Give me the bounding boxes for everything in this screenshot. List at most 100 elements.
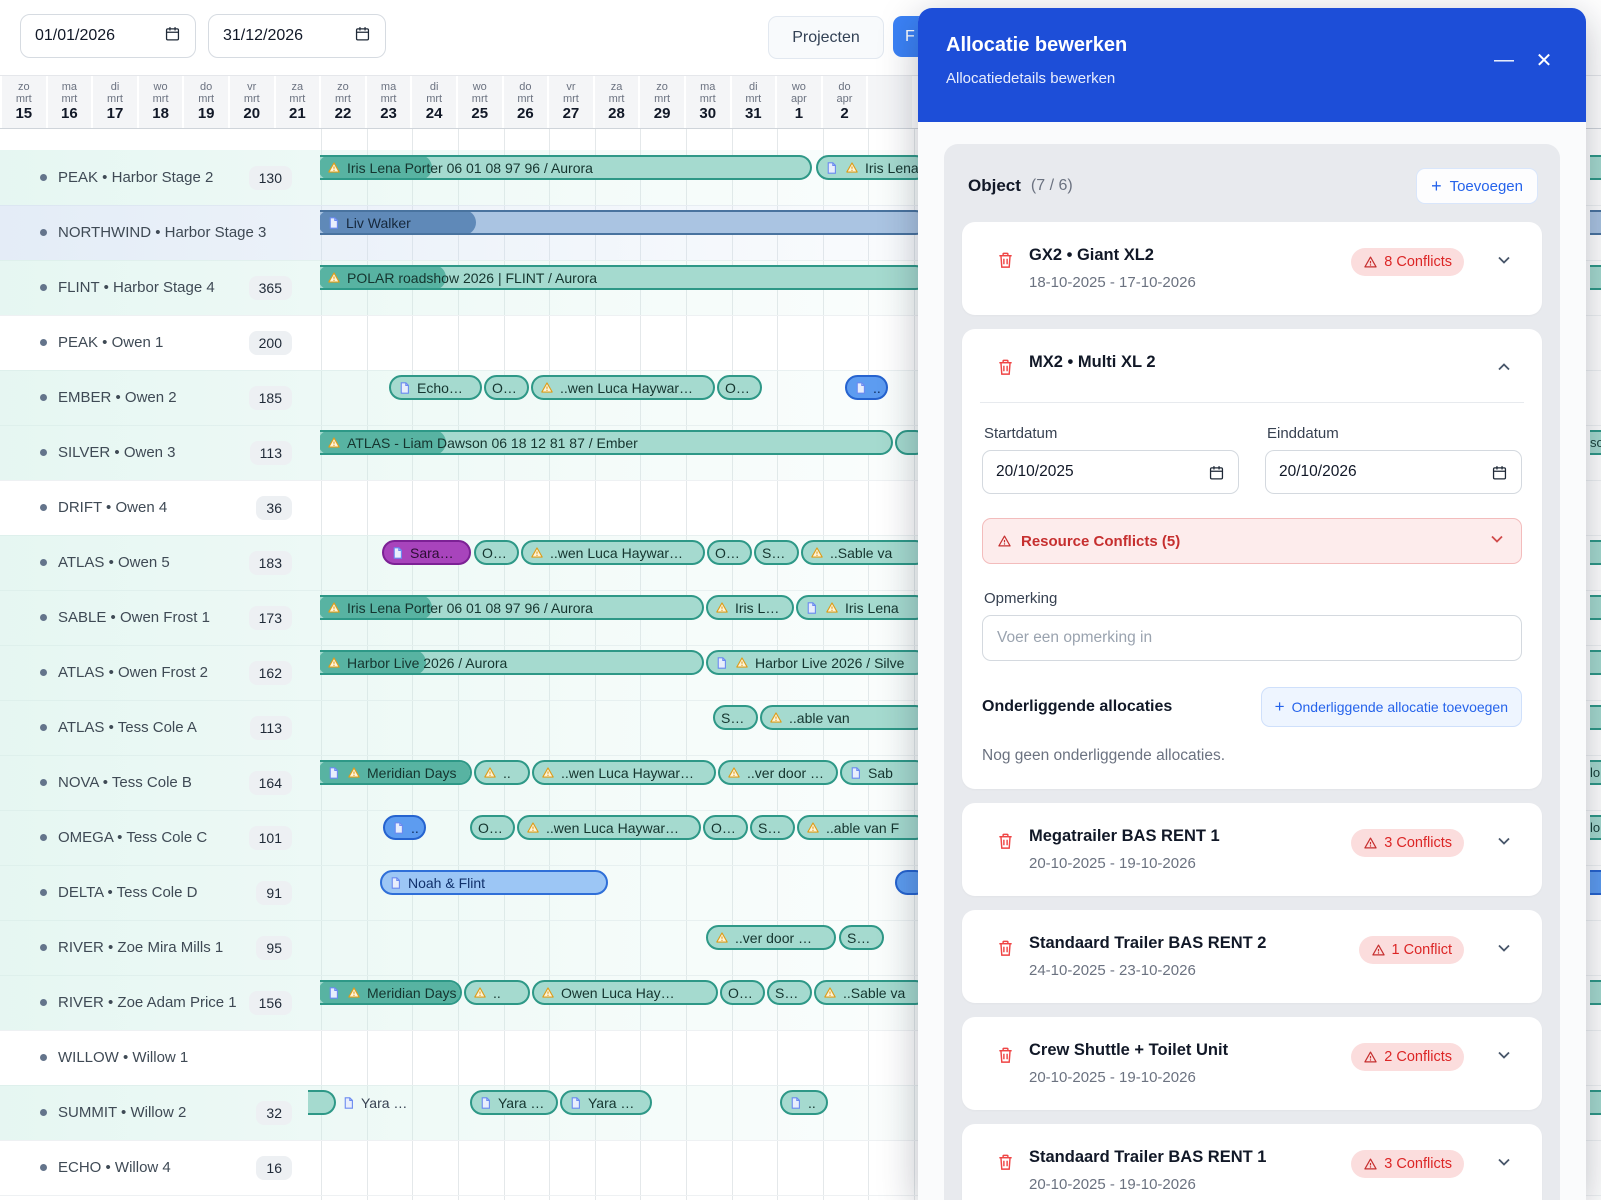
allocation-pill[interactable]: ..able van — [760, 705, 928, 730]
resource-count-badge: 91 — [256, 880, 292, 905]
trash-icon — [999, 359, 1012, 375]
allocation-pill[interactable]: .. — [464, 980, 530, 1005]
end-date-input[interactable]: 20/10/2026 — [1265, 450, 1522, 494]
add-sub-allocation-button[interactable]: + Onderliggende allocatie toevoegen — [1260, 687, 1522, 727]
allocation-pill[interactable]: O… — [474, 540, 519, 565]
warning-icon — [1364, 256, 1377, 268]
sidebar-resource-row[interactable]: DRIFT • Owen 4 36 — [0, 480, 320, 535]
allocation-pill[interactable]: ..Sable va — [814, 980, 928, 1005]
allocation-label: ..wen Luca Haywar… — [561, 764, 695, 781]
sidebar-resource-row[interactable]: EMBER • Owen 2 185 — [0, 370, 320, 425]
sub-allocations-empty-text: Nog geen onderliggende allocaties. — [982, 747, 1226, 764]
sidebar-resource-row[interactable]: RIVER • Zoe Adam Price 1 156 — [0, 975, 320, 1030]
allocation-pill[interactable]: S… — [754, 540, 799, 565]
allocation-pill[interactable]: Echo… — [389, 375, 482, 400]
allocation-bar[interactable]: Harbor Live 2026 / Aurora — [320, 650, 704, 675]
allocation-bar[interactable]: ATLAS - Liam Dawson 06 18 12 81 87 / Emb… — [320, 430, 893, 455]
allocation-bar[interactable]: Meridian Days — [320, 980, 462, 1005]
day-column-mrt-15: zo mrt 15 — [2, 76, 46, 128]
allocation-pill[interactable]: ..wen Luca Haywar… — [532, 760, 716, 785]
delete-object-button[interactable] — [996, 938, 1015, 963]
allocation-pill[interactable]: O… — [720, 980, 765, 1005]
expand-card-button[interactable] — [1494, 1152, 1514, 1177]
projecten-button[interactable]: Projecten — [768, 16, 884, 59]
sidebar-resource-row[interactable]: OMEGA • Tess Cole C 101 — [0, 810, 320, 865]
allocation-pill[interactable]: Harbor Live 2026 / Silve — [706, 650, 928, 675]
close-icon[interactable]: ✕ — [1530, 46, 1558, 74]
minimize-icon[interactable]: ― — [1490, 46, 1518, 74]
allocation-pill[interactable]: .. — [383, 815, 426, 840]
collapse-card-button[interactable] — [1494, 357, 1514, 382]
allocation-pill[interactable]: .. — [780, 1090, 828, 1115]
sidebar-resource-row[interactable]: ATLAS • Owen 5 183 — [0, 535, 320, 590]
sidebar-resource-row[interactable]: SUMMIT • Willow 2 32 — [0, 1085, 320, 1140]
delete-object-button[interactable] — [996, 1045, 1015, 1070]
allocation-bar[interactable]: Iris Lena Porter 06 01 08 97 96 / Aurora — [320, 595, 704, 620]
range-end-date-input[interactable]: 31/12/2026 — [208, 14, 386, 58]
allocation-pill[interactable]: .. — [845, 375, 888, 400]
allocation-bar[interactable]: Iris Lena Porter 06 01 08 97 96 / Aurora — [320, 155, 812, 180]
allocation-pill[interactable]: Owen Luca Hay… — [532, 980, 718, 1005]
allocation-pill[interactable]: Yara … — [470, 1090, 558, 1115]
allocation-pill[interactable]: S… — [713, 705, 758, 730]
allocation-bar[interactable]: Liv Walker — [320, 210, 928, 235]
allocation-pill[interactable]: O… — [470, 815, 515, 840]
sidebar-resource-row[interactable]: ATLAS • Tess Cole A 113 — [0, 700, 320, 755]
allocation-pill[interactable]: Iris L… — [706, 595, 794, 620]
allocation-pill[interactable]: Yara … — [560, 1090, 652, 1115]
add-object-button[interactable]: + Toevoegen — [1416, 168, 1538, 204]
sidebar-resource-row[interactable]: ECHO • Willow 4 16 — [0, 1140, 320, 1195]
start-date-input[interactable]: 20/10/2025 — [982, 450, 1239, 494]
allocation-pill[interactable]: ..ver door … — [718, 760, 838, 785]
sidebar-resource-row[interactable]: DELTA • Tess Cole D 91 — [0, 865, 320, 920]
allocation-pill[interactable]: ..wen Luca Haywar… — [531, 375, 715, 400]
allocation-pill[interactable]: S… — [767, 980, 812, 1005]
expand-card-button[interactable] — [1494, 250, 1514, 275]
allocation-pill[interactable]: O… — [717, 375, 762, 400]
allocation-pill[interactable]: ..wen Luca Haywar… — [521, 540, 705, 565]
expand-card-button[interactable] — [1494, 831, 1514, 856]
allocation-label: O… — [482, 544, 507, 561]
allocation-pill[interactable]: Sara… — [382, 540, 471, 565]
allocation-pill[interactable]: ..ver door … — [706, 925, 836, 950]
allocation-bar[interactable]: Meridian Days — [320, 760, 472, 785]
allocation-label: Yara … — [361, 1094, 408, 1111]
comment-input[interactable] — [982, 615, 1522, 661]
delete-object-button[interactable] — [996, 1152, 1015, 1177]
allocation-pill[interactable]: ..able van F — [797, 815, 928, 840]
allocation-bar[interactable]: Iris Lena — [816, 155, 928, 180]
allocation-pill[interactable]: .. — [474, 760, 530, 785]
sidebar-resource-row[interactable]: NORTHWIND • Harbor Stage 3 — [0, 205, 320, 260]
allocation-bar[interactable]: POLAR roadshow 2026 | FLINT / Aurora — [320, 265, 928, 290]
range-start-date-input[interactable]: 01/01/2026 — [20, 14, 196, 58]
allocation-pill[interactable]: ..Sable va — [801, 540, 928, 565]
sidebar-resource-row[interactable]: SABLE • Owen Frost 1 173 — [0, 590, 320, 645]
sidebar-resource-row[interactable]: SILVER • Owen 3 113 — [0, 425, 320, 480]
allocation-pill[interactable]: ..wen Luca Haywar… — [517, 815, 701, 840]
resource-conflicts-banner[interactable]: Resource Conflicts (5) — [982, 518, 1522, 564]
allocation-pill[interactable]: O… — [707, 540, 752, 565]
sidebar-resource-row[interactable]: RIVER • Zoe Mira Mills 1 95 — [0, 920, 320, 975]
delete-object-button[interactable] — [996, 831, 1015, 856]
allocation-pill[interactable]: S… — [750, 815, 795, 840]
sidebar-resource-row[interactable]: WILLOW • Willow 1 — [0, 1030, 320, 1085]
allocation-pill[interactable]: Sab — [840, 760, 928, 785]
sidebar-resource-row[interactable]: PEAK • Owen 1 200 — [0, 315, 320, 370]
delete-object-button[interactable] — [996, 357, 1015, 382]
sidebar-resource-row[interactable]: NOVA • Tess Cole B 164 — [0, 755, 320, 810]
allocation-bar[interactable]: Noah & Flint — [380, 870, 608, 895]
allocation-pill[interactable]: O… — [484, 375, 529, 400]
expand-card-button[interactable] — [1494, 938, 1514, 963]
allocation-label: Iris Lena Porter 06 01 08 97 96 / Aurora — [347, 599, 593, 616]
expand-card-button[interactable] — [1494, 1045, 1514, 1070]
sidebar-resource-row[interactable]: PEAK • Harbor Stage 2 130 — [0, 150, 320, 205]
sidebar-resource-row[interactable]: FLINT • Harbor Stage 4 365 — [0, 260, 320, 315]
allocation-pill[interactable]: O… — [703, 815, 748, 840]
warning-icon — [542, 987, 554, 998]
allocation-pill[interactable]: Iris Lena — [796, 595, 928, 620]
delete-object-button[interactable] — [996, 250, 1015, 275]
allocation-label: O… — [715, 544, 740, 561]
allocation-pill[interactable]: S… — [839, 925, 884, 950]
sidebar-resource-row[interactable]: ATLAS • Owen Frost 2 162 — [0, 645, 320, 700]
allocation-text-label[interactable]: Yara … — [342, 1090, 407, 1115]
